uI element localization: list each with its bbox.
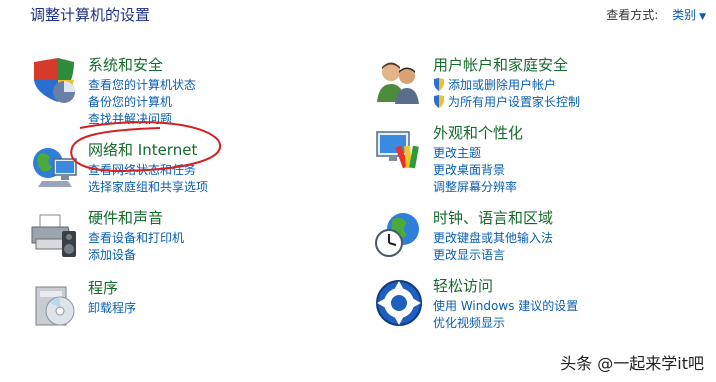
link-label: 添加或删除用户帐户 bbox=[448, 78, 557, 92]
category-appearance: 外观和个性化 更改主题 更改桌面背景 调整屏幕分辨率 bbox=[373, 124, 653, 196]
link-backup-computer[interactable]: 备份您的计算机 bbox=[88, 94, 318, 111]
users-icon bbox=[373, 56, 425, 108]
category-title[interactable]: 系统和安全 bbox=[88, 56, 318, 75]
link-add-remove-accounts[interactable]: 添加或删除用户帐户 bbox=[433, 77, 663, 94]
link-change-keyboard-input[interactable]: 更改键盘或其他输入法 bbox=[433, 230, 663, 247]
link-view-computer-status[interactable]: 查看您的计算机状态 bbox=[88, 77, 318, 94]
view-by-label: 查看方式: bbox=[606, 8, 659, 22]
category-title[interactable]: 程序 bbox=[88, 279, 318, 298]
link-screen-resolution[interactable]: 调整屏幕分辨率 bbox=[433, 179, 663, 196]
link-optimize-visual-display[interactable]: 优化视频显示 bbox=[433, 315, 663, 332]
security-shield-icon bbox=[28, 56, 80, 108]
link-change-background[interactable]: 更改桌面背景 bbox=[433, 162, 663, 179]
category-programs: 程序 卸载程序 bbox=[28, 279, 308, 351]
network-globe-icon bbox=[28, 141, 80, 193]
view-by-control: 查看方式: 类别 ▼ bbox=[606, 6, 706, 23]
link-label: 为所有用户设置家长控制 bbox=[448, 95, 581, 109]
category-title[interactable]: 用户帐户和家庭安全 bbox=[433, 56, 663, 75]
category-title[interactable]: 网络和 Internet bbox=[88, 141, 318, 160]
category-hardware-sound: 硬件和声音 查看设备和打印机 添加设备 bbox=[28, 209, 308, 281]
ease-of-access-icon bbox=[373, 277, 425, 329]
link-windows-recommended-settings[interactable]: 使用 Windows 建议的设置 bbox=[433, 298, 663, 315]
link-troubleshoot[interactable]: 查找并解决问题 bbox=[88, 111, 318, 128]
category-title[interactable]: 时钟、语言和区域 bbox=[433, 209, 663, 228]
link-view-network-status[interactable]: 查看网络状态和任务 bbox=[88, 162, 318, 179]
link-change-display-language[interactable]: 更改显示语言 bbox=[433, 247, 663, 264]
category-title[interactable]: 轻松访问 bbox=[433, 277, 663, 296]
view-by-value: 类别 bbox=[672, 8, 697, 22]
category-clock-language-region: 时钟、语言和区域 更改键盘或其他输入法 更改显示语言 bbox=[373, 209, 653, 281]
chevron-down-icon: ▼ bbox=[699, 12, 706, 22]
category-system-security: 系统和安全 查看您的计算机状态 备份您的计算机 查找并解决问题 bbox=[28, 56, 308, 128]
uac-shield-icon bbox=[434, 78, 444, 91]
watermark-text: 头条 @一起来学it吧 bbox=[560, 354, 704, 373]
uac-shield-icon bbox=[434, 95, 444, 108]
link-add-device[interactable]: 添加设备 bbox=[88, 247, 318, 264]
link-change-theme[interactable]: 更改主题 bbox=[433, 145, 663, 162]
category-title[interactable]: 硬件和声音 bbox=[88, 209, 318, 228]
link-parental-controls[interactable]: 为所有用户设置家长控制 bbox=[433, 94, 663, 111]
category-network-internet: 网络和 Internet 查看网络状态和任务 选择家庭组和共享选项 bbox=[28, 141, 308, 213]
programs-disc-icon bbox=[28, 279, 80, 331]
globe-clock-icon bbox=[373, 209, 425, 261]
link-devices-printers[interactable]: 查看设备和打印机 bbox=[88, 230, 318, 247]
view-by-dropdown[interactable]: 类别 ▼ bbox=[672, 8, 706, 22]
category-user-accounts: 用户帐户和家庭安全 添加或删除用户帐户 为所有用户设置家长控制 bbox=[373, 56, 653, 128]
monitor-palette-icon bbox=[373, 124, 425, 176]
category-ease-of-access: 轻松访问 使用 Windows 建议的设置 优化视频显示 bbox=[373, 277, 653, 349]
page-title: 调整计算机的设置 bbox=[30, 6, 151, 24]
link-uninstall-program[interactable]: 卸载程序 bbox=[88, 300, 318, 317]
printer-speaker-icon bbox=[28, 209, 80, 261]
category-title[interactable]: 外观和个性化 bbox=[433, 124, 663, 143]
link-homegroup-sharing[interactable]: 选择家庭组和共享选项 bbox=[88, 179, 318, 196]
